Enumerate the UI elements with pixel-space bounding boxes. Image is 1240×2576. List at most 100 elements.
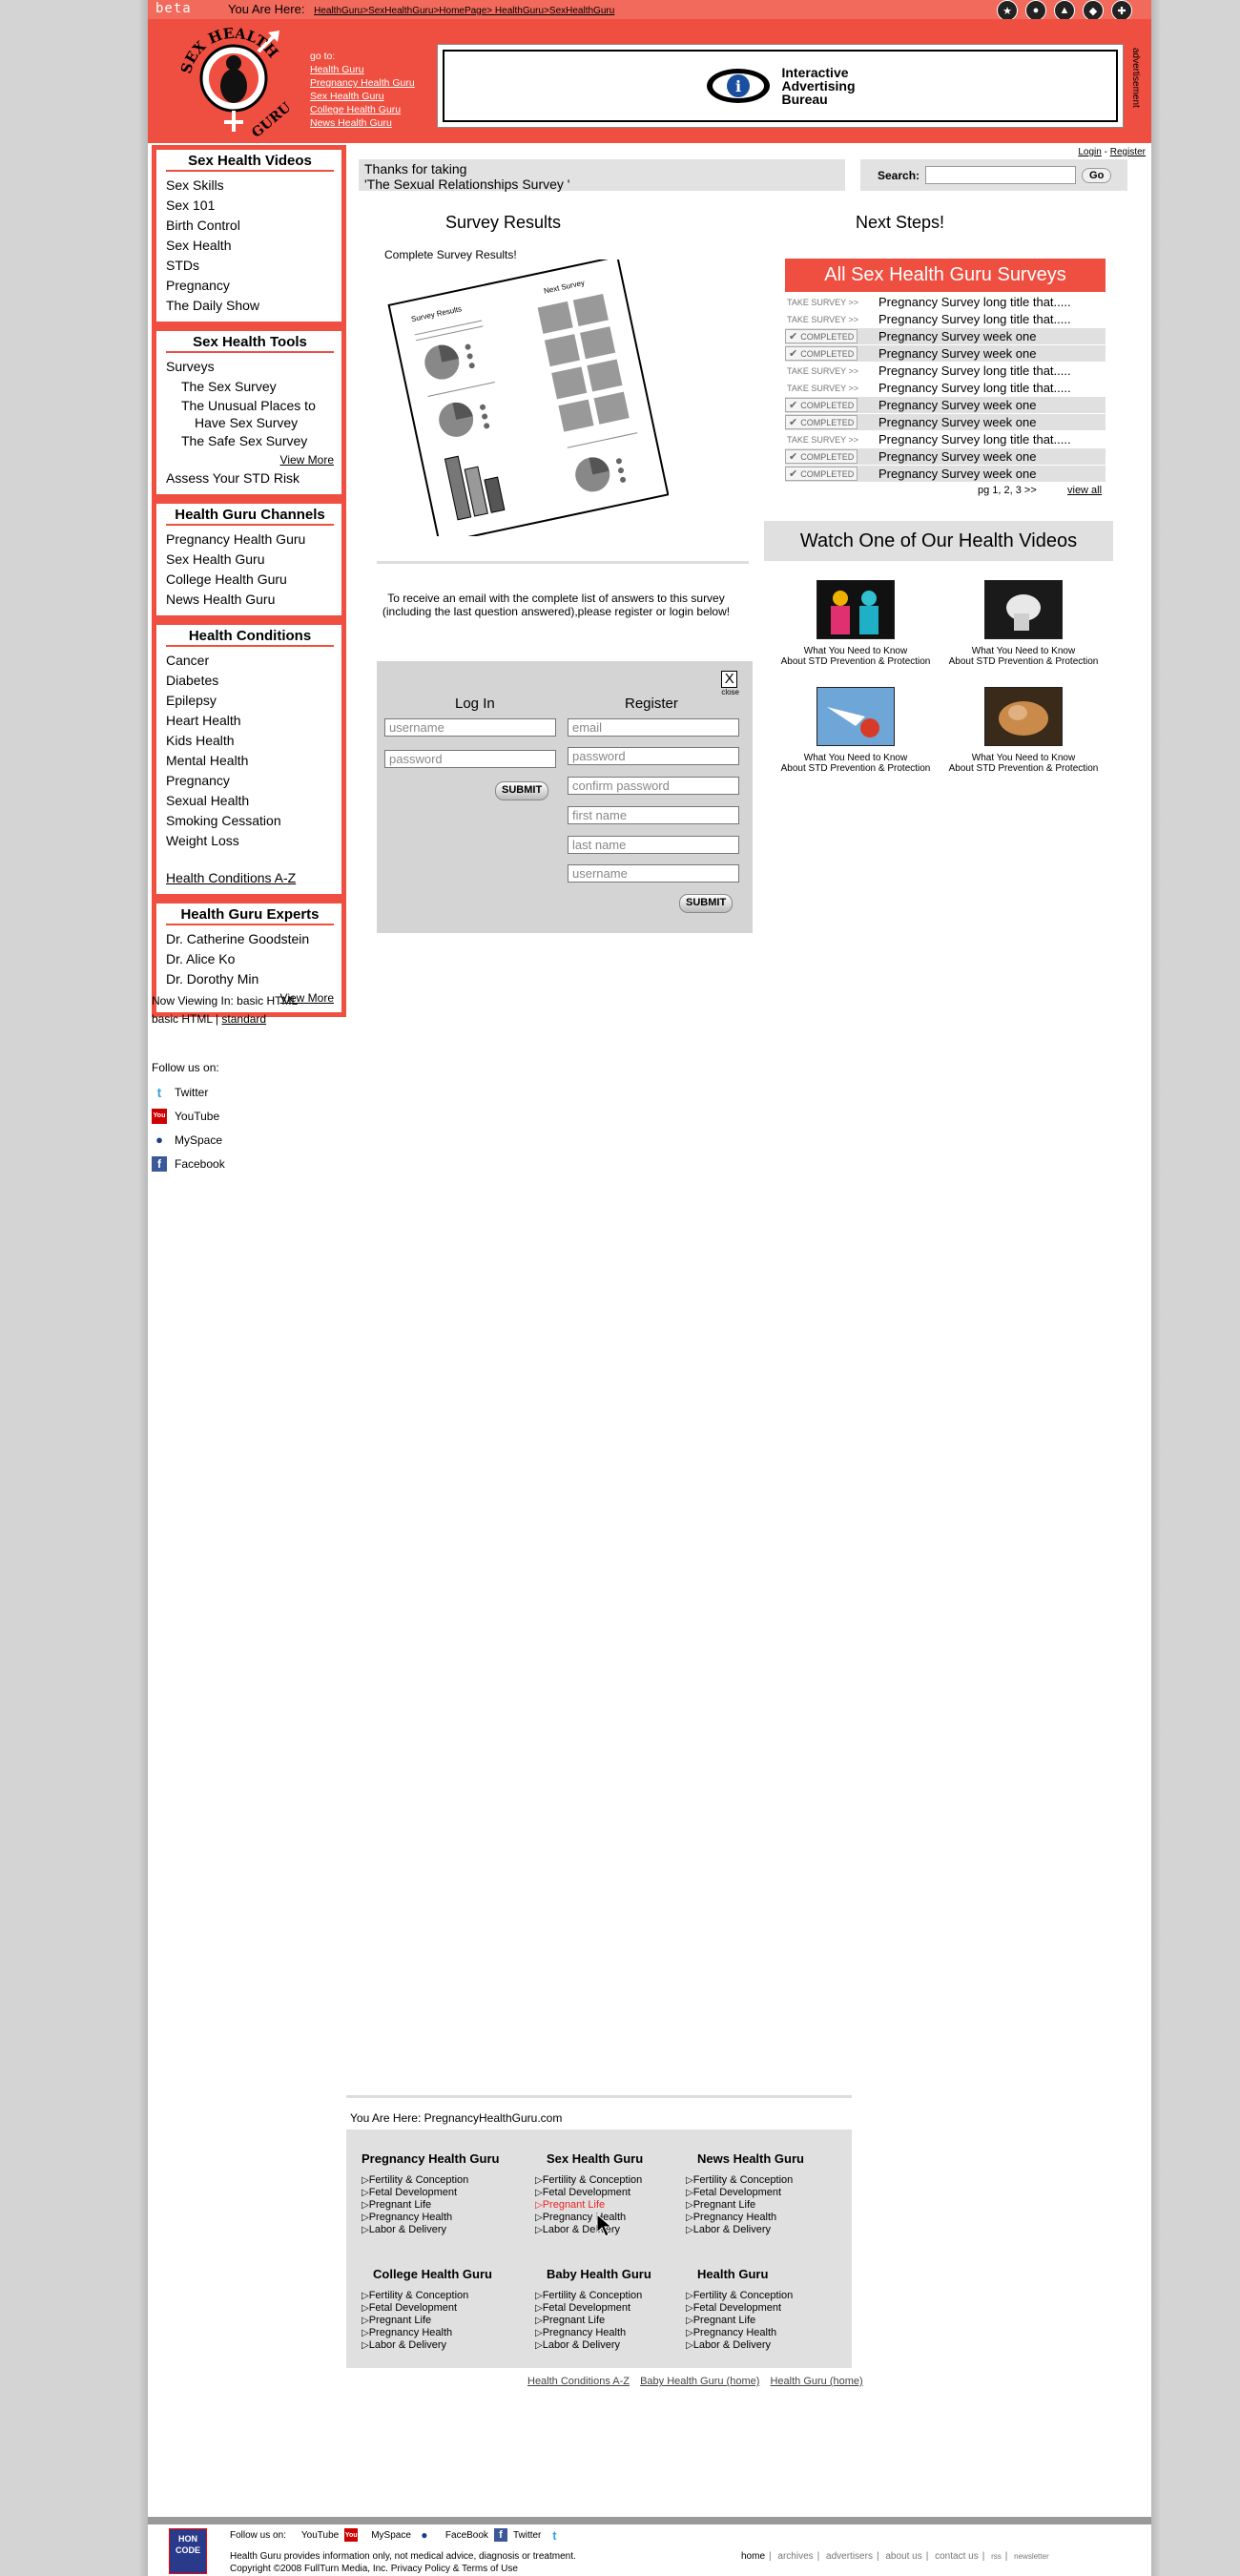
video-card[interactable]: What You Need to Know About STD Preventio… [938, 580, 1109, 667]
sidebar-item-sex-health[interactable]: Sex Health [166, 236, 334, 256]
login-link[interactable]: Login [1078, 147, 1101, 157]
sidebar-item-weight-loss[interactable]: Weight Loss [166, 831, 334, 851]
footer-youtube-link[interactable]: YouTube [301, 2530, 339, 2541]
footer-myspace-link[interactable]: MySpace [371, 2530, 411, 2541]
footer-nav-advertisers[interactable]: advertisers [826, 2551, 873, 2562]
sidebar-item-stds[interactable]: STDs [166, 256, 334, 276]
sitemap-link[interactable]: Fertility & Conception [686, 2174, 804, 2187]
video-thumbnail[interactable] [984, 687, 1063, 746]
sidebar-item-smoking[interactable]: Smoking Cessation [166, 811, 334, 831]
sitemap-link[interactable]: Pregnant Life [535, 2315, 651, 2327]
follow-twitter[interactable]: t Twitter [152, 1080, 225, 1104]
sitemap-link[interactable]: Labor & Delivery [686, 2339, 793, 2352]
take-survey-link[interactable]: TAKE SURVEY >> [785, 384, 878, 393]
footer-facebook-link[interactable]: FaceBook [445, 2530, 488, 2541]
sidebar-item-std-risk[interactable]: Assess Your STD Risk [166, 468, 334, 488]
sidebar-item-pregnancy-guru[interactable]: Pregnancy Health Guru [166, 530, 334, 550]
sidebar-item-college-guru[interactable]: College Health Guru [166, 570, 334, 590]
survey-row[interactable]: TAKE SURVEY >> Pregnancy Survey long titl… [785, 363, 1106, 379]
take-survey-link[interactable]: TAKE SURVEY >> [785, 315, 878, 324]
advertisement-banner[interactable]: i Interactive Advertising Bureau [437, 44, 1124, 128]
sitemap-link[interactable]: Fertility & Conception [686, 2290, 794, 2302]
survey-row[interactable]: ✔ COMPLETED Pregnancy Survey week one [785, 466, 1106, 482]
sidebar-item-safe-sex-survey[interactable]: The Safe Sex Survey [166, 431, 334, 451]
sidebar-item-heart-health[interactable]: Heart Health [166, 711, 334, 731]
footer-nav-home[interactable]: home [741, 2551, 765, 2562]
register-password-input[interactable]: password [568, 747, 739, 765]
take-survey-link[interactable]: TAKE SURVEY >> [785, 435, 878, 445]
sidebar-item-epilepsy[interactable]: Epilepsy [166, 691, 334, 711]
login-submit-button[interactable]: SUBMIT [495, 781, 549, 800]
footer-twitter-link[interactable]: Twitter [513, 2530, 541, 2541]
sitemap-link-hover[interactable]: Pregnant Life [535, 2199, 643, 2212]
follow-youtube[interactable]: You YouTube [152, 1104, 225, 1128]
sidebar-item-sex-guru[interactable]: Sex Health Guru [166, 550, 334, 570]
survey-pager[interactable]: pg 1, 2, 3 >> [978, 485, 1037, 496]
go-button[interactable]: Go [1082, 167, 1112, 183]
sidebar-item-mental-health[interactable]: Mental Health [166, 751, 334, 771]
login-password-input[interactable]: password [384, 750, 556, 768]
sidebar-item-sexual-health[interactable]: Sexual Health [166, 791, 334, 811]
survey-title[interactable]: Pregnancy Survey long title that..... [878, 381, 1071, 395]
sidebar-item-news-guru[interactable]: News Health Guru [166, 590, 334, 610]
sidebar-item-sex-skills[interactable]: Sex Skills [166, 176, 334, 196]
video-thumbnail[interactable] [816, 580, 895, 639]
sitemap-link[interactable]: Fertility & Conception [362, 2174, 499, 2187]
sitemap-link[interactable]: Fetal Development [686, 2302, 793, 2315]
sidebar-item-daily-show[interactable]: The Daily Show [166, 296, 334, 316]
sitemap-link[interactable]: Labor & Delivery [362, 2224, 499, 2236]
take-survey-link[interactable]: TAKE SURVEY >> [785, 298, 878, 307]
footer-nav-about[interactable]: about us [885, 2551, 921, 2562]
sitemap-link[interactable]: Fetal Development [535, 2302, 651, 2315]
goto-link-pregnancy[interactable]: Pregnancy Health Guru [310, 76, 415, 90]
goto-link-news[interactable]: News Health Guru [310, 116, 415, 130]
sidebar-item-min[interactable]: Dr. Dorothy Min [166, 969, 334, 989]
goto-link-health-guru[interactable]: Health Guru [310, 63, 415, 76]
footer-link-health-home[interactable]: Health Guru (home) [770, 2376, 862, 2387]
video-thumbnail[interactable] [816, 687, 895, 746]
sitemap-link[interactable]: Pregnancy Health [535, 2212, 643, 2224]
survey-row[interactable]: ✔ COMPLETED Pregnancy Survey week one [785, 345, 1106, 362]
follow-myspace[interactable]: ● MySpace [152, 1128, 225, 1152]
video-card[interactable]: What You Need to Know About STD Preventio… [938, 687, 1109, 774]
sidebar-item-pregnancy[interactable]: Pregnancy [166, 276, 334, 296]
footer-link-baby-home[interactable]: Baby Health Guru (home) [640, 2376, 759, 2387]
sitemap-link[interactable]: Labor & Delivery [686, 2224, 804, 2236]
sidebar-item-diabetes[interactable]: Diabetes [166, 671, 334, 691]
video-thumbnail[interactable] [984, 580, 1063, 639]
register-link[interactable]: Register [1110, 147, 1146, 157]
sitemap-link[interactable]: Fetal Development [362, 2187, 499, 2199]
footer-nav-contact[interactable]: contact us [935, 2551, 979, 2562]
footer-nav-rss[interactable]: rss [991, 2552, 1002, 2561]
video-card[interactable]: What You Need to Know About STD Preventio… [770, 580, 941, 667]
survey-title[interactable]: Pregnancy Survey week one [878, 346, 1036, 361]
survey-title[interactable]: Pregnancy Survey week one [878, 415, 1036, 429]
register-lastname-input[interactable]: last name [568, 836, 739, 854]
video-card[interactable]: What You Need to Know About STD Preventio… [770, 687, 941, 774]
register-username-input[interactable]: username [568, 864, 739, 883]
sitemap-link[interactable]: Fetal Development [535, 2187, 643, 2199]
sitemap-link[interactable]: Pregnant Life [362, 2315, 492, 2327]
register-confirm-input[interactable]: confirm password [568, 777, 739, 795]
breadcrumb-links[interactable]: HealthGuru>SexHealthGuru>HomePage> Healt… [314, 6, 614, 16]
sidebar-item-surveys[interactable]: Surveys [166, 357, 334, 377]
sitemap-link[interactable]: Fertility & Conception [362, 2290, 492, 2302]
sidebar-item-sex-101[interactable]: Sex 101 [166, 196, 334, 216]
sitemap-link[interactable]: Fertility & Conception [535, 2290, 651, 2302]
sidebar-item-kids-health[interactable]: Kids Health [166, 731, 334, 751]
news-site-icon[interactable]: ◆ [1083, 0, 1104, 21]
sitemap-link[interactable]: Pregnant Life [686, 2315, 793, 2327]
sitemap-link[interactable]: Pregnant Life [686, 2199, 804, 2212]
goto-link-college[interactable]: College Health Guru [310, 103, 415, 116]
sitemap-link[interactable]: Pregnancy Health [535, 2327, 651, 2339]
sex-health-guru-logo[interactable]: SEX HEALTH GURU [176, 23, 291, 137]
footer-nav-archives[interactable]: archives [777, 2551, 813, 2562]
sitemap-link[interactable]: Fertility & Conception [535, 2174, 643, 2187]
survey-title[interactable]: Pregnancy Survey week one [878, 398, 1036, 412]
survey-title[interactable]: Pregnancy Survey week one [878, 329, 1036, 343]
survey-row[interactable]: ✔ COMPLETED Pregnancy Survey week one [785, 397, 1106, 413]
survey-row[interactable]: TAKE SURVEY >> Pregnancy Survey long titl… [785, 294, 1106, 310]
login-username-input[interactable]: username [384, 718, 556, 737]
survey-title[interactable]: Pregnancy Survey week one [878, 449, 1036, 464]
sitemap-link[interactable]: Labor & Delivery [535, 2339, 651, 2352]
